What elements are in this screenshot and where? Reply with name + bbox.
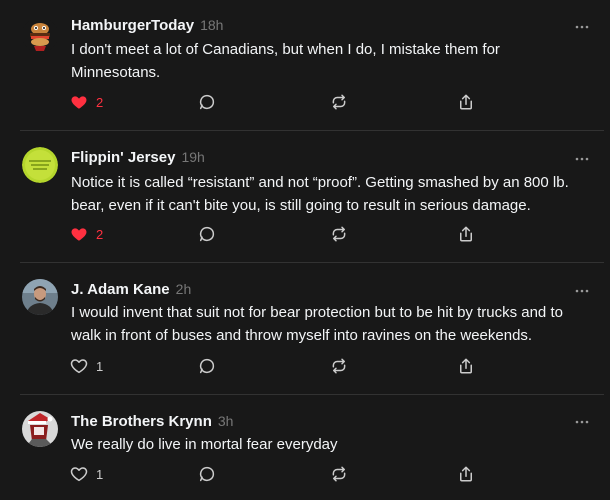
post-author[interactable]: J. Adam Kane 2h [71,281,191,298]
post-time: 3h [217,413,234,429]
post-time: 19h [181,149,205,165]
repost-arrows-icon [332,94,346,110]
like-count: 2 [96,94,104,110]
post-text: I would invent that suit not for bear pr… [71,304,563,344]
post-flippin-jersey: Flippin' Jersey 19h Notice it is called “… [0,131,610,263]
share-upload-icon [460,226,472,242]
post-j-adam-kane: J. Adam Kane 2h I would invent that suit … [0,263,610,395]
comment-bubble-icon [199,226,215,242]
repost-button[interactable] [330,464,348,484]
like-count: 2 [96,226,104,242]
repost-arrows-icon [332,226,346,242]
share-button[interactable] [457,224,475,244]
share-button[interactable] [457,92,475,112]
share-upload-icon [460,358,472,374]
avatar[interactable] [22,147,58,183]
share-button[interactable] [457,464,475,484]
share-upload-icon [460,94,472,110]
more-options-icon[interactable] [573,284,591,296]
post-author[interactable]: Flippin' Jersey 19h [71,149,205,166]
action-bar: 2 [0,92,610,112]
repost-arrows-icon [332,358,346,374]
username[interactable]: Flippin' Jersey [71,149,175,166]
repost-button[interactable] [330,92,348,112]
more-options-icon[interactable] [573,415,591,427]
repost-button[interactable] [330,356,348,376]
heart-icon [71,228,87,241]
post-time: 2h [175,281,192,297]
action-bar: 1 [0,356,610,376]
post-author[interactable]: The Brothers Krynn 3h [71,413,233,430]
comment-bubble-icon [199,466,215,482]
like-button[interactable]: 1 [70,464,103,484]
reply-button[interactable] [198,92,216,112]
avatar[interactable] [22,411,58,447]
post-hamburgertoday: HamburgerToday 18h I don't meet a lot of … [0,0,610,131]
username[interactable]: The Brothers Krynn [71,413,212,430]
post-text: I don't meet a lot of Canadians, but whe… [71,41,500,81]
like-button[interactable]: 2 [70,92,103,112]
post-time: 18h [200,17,224,33]
action-bar: 1 [0,464,610,484]
share-upload-icon [460,466,472,482]
avatar[interactable] [22,17,58,53]
reply-button[interactable] [198,224,216,244]
reply-button[interactable] [198,464,216,484]
share-button[interactable] [457,356,475,376]
username[interactable]: HamburgerToday [71,17,194,34]
comment-bubble-icon [199,358,215,374]
like-button[interactable]: 2 [70,224,103,244]
post-text: We really do live in mortal fear everyda… [71,436,338,453]
repost-arrows-icon [332,466,346,482]
action-bar: 2 [0,224,610,244]
reply-feed: HamburgerToday 18h I don't meet a lot of … [0,0,610,500]
like-count: 1 [96,466,104,482]
post-author[interactable]: HamburgerToday 18h [71,17,223,34]
reply-button[interactable] [198,356,216,376]
heart-icon [71,96,87,109]
comment-bubble-icon [199,94,215,110]
username[interactable]: J. Adam Kane [71,281,170,298]
more-options-icon[interactable] [573,20,591,32]
avatar[interactable] [22,279,58,315]
heart-icon [70,467,88,482]
heart-icon [70,359,88,374]
more-options-icon[interactable] [573,152,591,164]
like-count: 1 [96,358,104,374]
post-the-brothers-krynn: The Brothers Krynn 3h We really do live i… [0,395,610,500]
repost-button[interactable] [330,224,348,244]
post-text: Notice it is called “resistant” and not … [71,174,569,214]
like-button[interactable]: 1 [70,356,103,376]
